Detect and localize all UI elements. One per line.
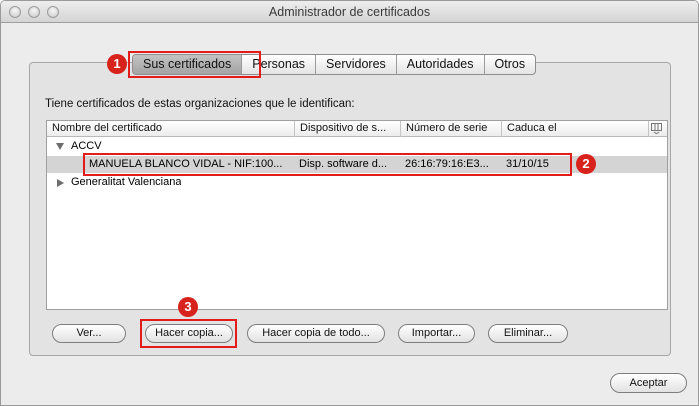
accept-button[interactable]: Aceptar bbox=[610, 373, 687, 393]
annotation-badge-2: 2 bbox=[576, 154, 596, 174]
table-header: Nombre del certificado Dispositivo de s.… bbox=[47, 121, 667, 137]
annotation-badge-1: 1 bbox=[107, 54, 127, 74]
annotation-badge-3: 3 bbox=[178, 297, 198, 317]
column-header-name[interactable]: Nombre del certificado bbox=[47, 121, 294, 137]
tab-autoridades[interactable]: Autoridades bbox=[395, 55, 484, 74]
column-picker-icon[interactable] bbox=[651, 123, 662, 134]
group-row-generalitat[interactable]: Generalitat Valenciana bbox=[47, 174, 667, 191]
certificate-manager-window: Administrador de certificados Sus certif… bbox=[0, 0, 699, 406]
view-button[interactable]: Ver... bbox=[52, 324, 126, 343]
title-bar: Administrador de certificados bbox=[1, 1, 698, 23]
tab-otros[interactable]: Otros bbox=[483, 55, 536, 74]
group-label: Generalitat Valenciana bbox=[71, 176, 182, 188]
certificates-table: Nombre del certificado Dispositivo de s.… bbox=[46, 120, 668, 310]
import-button[interactable]: Importar... bbox=[398, 324, 475, 343]
highlight-button-annotation bbox=[140, 319, 237, 348]
intro-text: Tiene certificados de estas organizacion… bbox=[45, 98, 355, 110]
highlight-row-annotation bbox=[83, 153, 572, 176]
disclosure-expanded-icon[interactable] bbox=[56, 143, 64, 150]
backup-all-button[interactable]: Hacer copia de todo... bbox=[247, 324, 385, 343]
column-header-device[interactable]: Dispositivo de s... bbox=[294, 121, 400, 137]
delete-button[interactable]: Eliminar... bbox=[488, 324, 568, 343]
window-title: Administrador de certificados bbox=[268, 5, 431, 19]
column-header-serial[interactable]: Número de serie bbox=[400, 121, 501, 137]
tab-servidores[interactable]: Servidores bbox=[315, 55, 396, 74]
highlight-tab-annotation bbox=[128, 51, 261, 78]
disclosure-collapsed-icon[interactable] bbox=[57, 179, 64, 187]
column-header-expires[interactable]: Caduca el bbox=[501, 121, 648, 137]
